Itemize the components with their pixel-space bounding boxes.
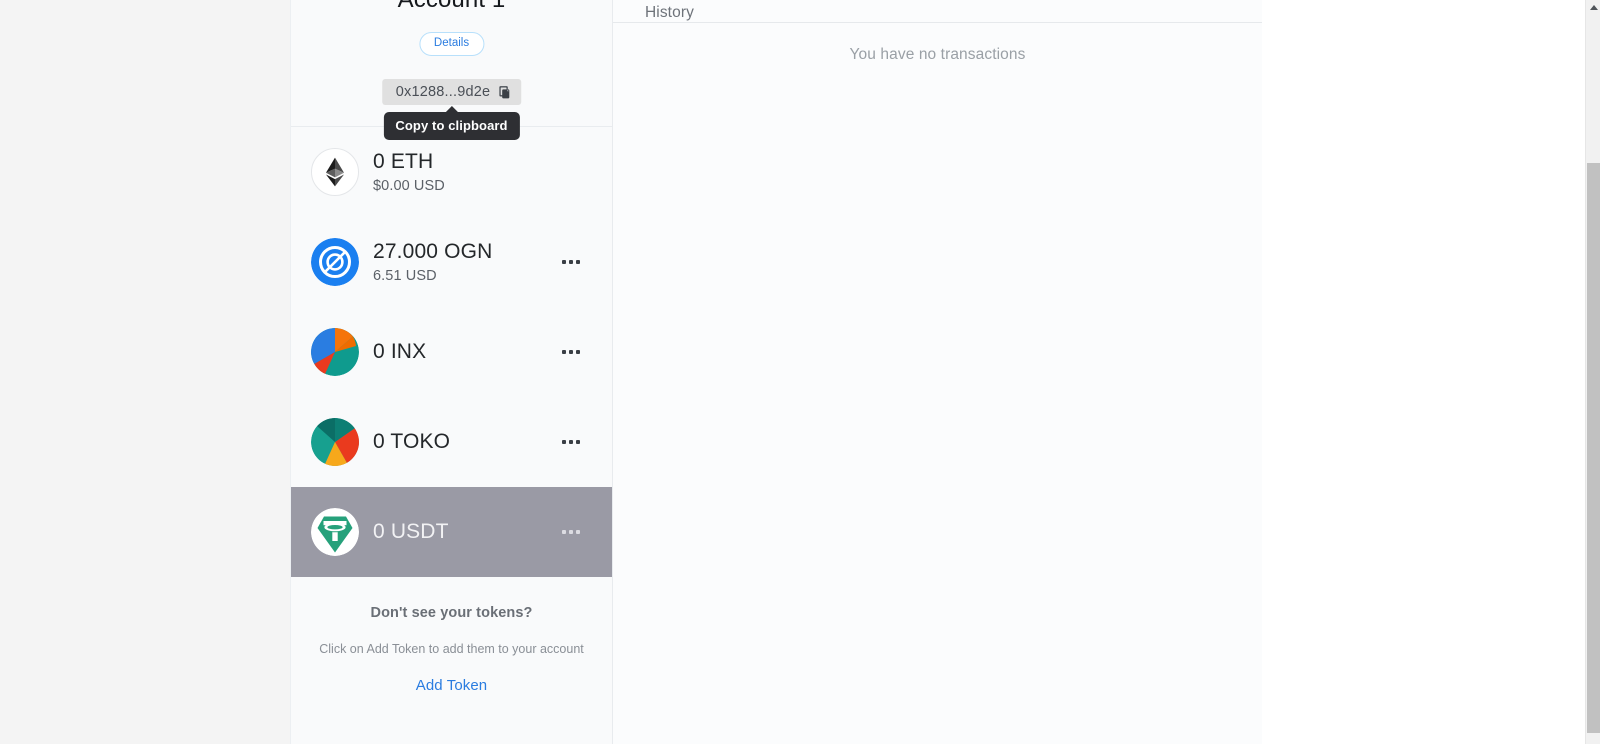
token-fiat-value: $0.00 USD xyxy=(373,177,445,194)
add-token-link[interactable]: Add Token xyxy=(416,677,488,694)
copy-to-clipboard-icon[interactable] xyxy=(498,85,513,100)
main-tabs: History xyxy=(613,0,1262,23)
browser-scrollbar[interactable] xyxy=(1585,0,1600,744)
tokens-footer-subtitle: Click on Add Token to add them to your a… xyxy=(319,642,584,656)
token-amount: 0 TOKO xyxy=(373,429,451,453)
origin-protocol-icon xyxy=(311,237,359,286)
token-info-ogn: 27.000 OGN 6.51 USD xyxy=(373,239,560,284)
account-address-text: 0x1288...9d2e xyxy=(395,84,491,100)
main-panel: History You have no transactions xyxy=(613,0,1262,744)
page-background-left xyxy=(0,0,290,744)
token-info-usdt: 0 USDT xyxy=(373,519,560,545)
page-background-right xyxy=(1262,0,1585,744)
token-info-inx: 0 INX xyxy=(373,339,560,365)
token-amount: 0 ETH xyxy=(373,150,434,174)
copy-tooltip: Copy to clipboard xyxy=(383,106,520,140)
account-address-pill[interactable]: 0x1288...9d2e xyxy=(381,79,522,105)
token-menu-button-inx[interactable] xyxy=(560,342,582,362)
token-row-usdt[interactable]: 0 USDT xyxy=(291,487,612,577)
token-amount: 27.000 OGN xyxy=(373,240,493,264)
tether-icon xyxy=(311,507,359,556)
scroll-up-arrow-icon[interactable] xyxy=(1586,0,1600,15)
inx-token-icon xyxy=(311,327,359,376)
toko-token-icon xyxy=(311,417,359,466)
tokens-footer: Don't see your tokens? Click on Add Toke… xyxy=(291,605,612,695)
token-amount: 0 USDT xyxy=(373,519,449,543)
transactions-empty-state: You have no transactions xyxy=(849,46,1026,63)
token-row-eth[interactable]: 0 ETH $0.00 USD xyxy=(291,127,612,217)
wallet-sidebar: Account 1 Details 0x1288...9d2e Copy to … xyxy=(290,0,613,744)
token-menu-button-ogn[interactable] xyxy=(560,252,582,272)
account-name: Account 1 xyxy=(291,0,612,14)
token-amount: 0 INX xyxy=(373,339,427,363)
token-row-toko[interactable]: 0 TOKO xyxy=(291,397,612,487)
tab-history[interactable]: History xyxy=(645,4,694,23)
token-fiat-value: 6.51 USD xyxy=(373,267,437,284)
token-menu-button-toko[interactable] xyxy=(560,432,582,452)
token-menu-button-usdt[interactable] xyxy=(560,522,582,542)
token-info-eth: 0 ETH $0.00 USD xyxy=(373,149,590,194)
scrollbar-thumb[interactable] xyxy=(1587,163,1600,733)
account-details-button[interactable]: Details xyxy=(418,32,485,56)
wallet-app: Account 1 Details 0x1288...9d2e Copy to … xyxy=(290,0,1262,744)
token-row-inx[interactable]: 0 INX xyxy=(291,307,612,397)
screen-root: Account 1 Details 0x1288...9d2e Copy to … xyxy=(0,0,1600,744)
tokens-footer-title: Don't see your tokens? xyxy=(370,605,533,621)
account-header: Account 1 Details 0x1288...9d2e Copy to … xyxy=(291,0,612,140)
token-info-toko: 0 TOKO xyxy=(373,429,560,455)
token-row-ogn[interactable]: 27.000 OGN 6.51 USD xyxy=(291,217,612,307)
token-list: 0 ETH $0.00 USD 27.000 OGN 6.51 USD 0 IN… xyxy=(291,127,612,577)
ethereum-icon xyxy=(311,147,359,196)
